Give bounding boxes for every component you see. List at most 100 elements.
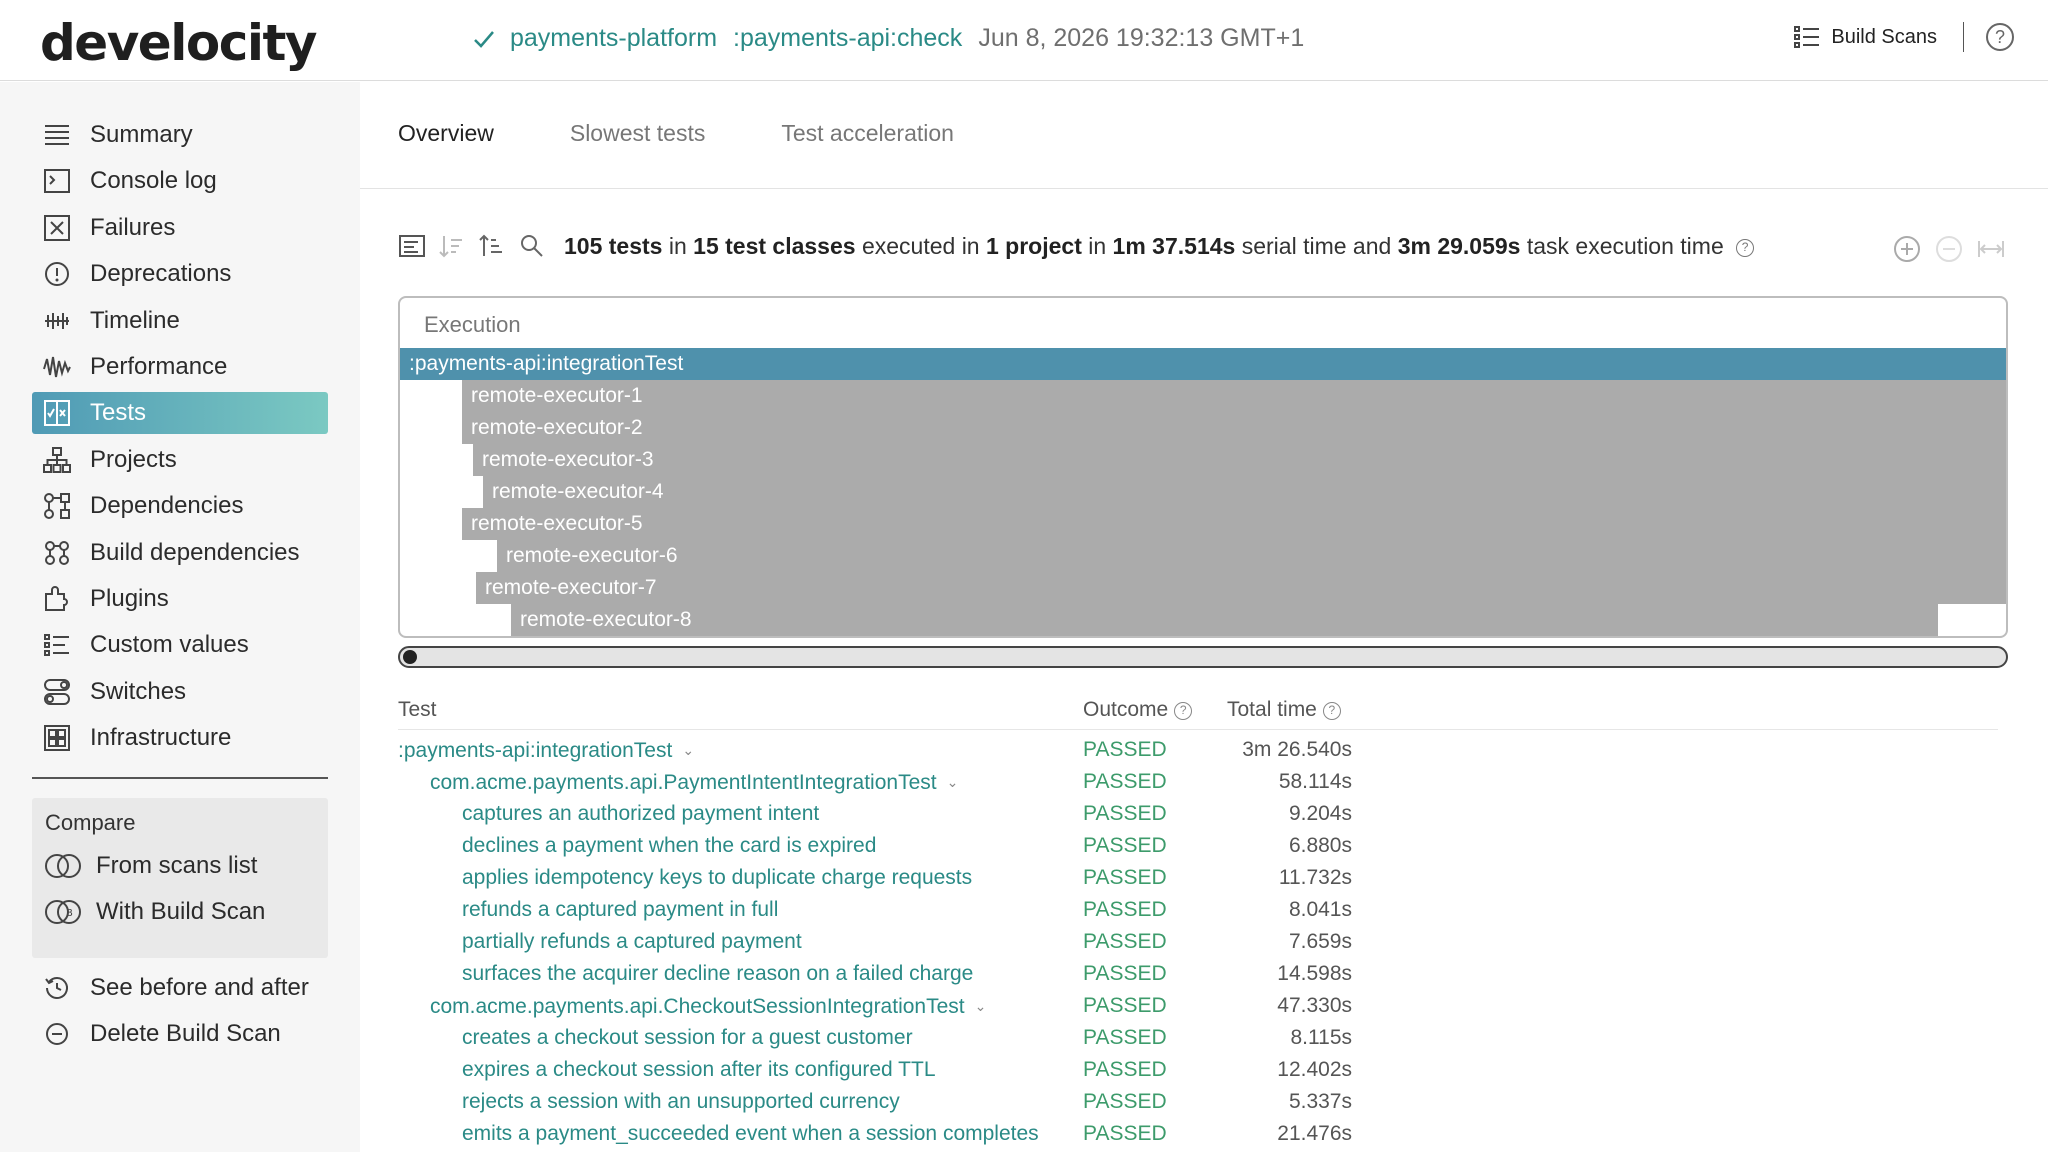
chevron-down-icon[interactable]: ⌄ bbox=[682, 734, 694, 766]
compare-with-build-scan[interactable]: B With Build Scan bbox=[44, 898, 265, 926]
check-icon bbox=[474, 30, 494, 48]
sidebar-item-tests[interactable]: Tests bbox=[32, 392, 328, 435]
sidebar-item-label: Timeline bbox=[90, 306, 180, 334]
project-link[interactable]: payments-platform bbox=[510, 24, 717, 53]
sidebar-item-custom-values[interactable]: Custom values bbox=[32, 624, 328, 666]
zoom-out-icon[interactable] bbox=[1934, 234, 1964, 264]
summary-project: 1 project bbox=[985, 233, 1082, 259]
test-name-link[interactable]: emits a payment_succeeded event when a s… bbox=[462, 1118, 1039, 1150]
chevron-down-icon[interactable]: ⌄ bbox=[947, 766, 959, 798]
compare-section: Compare From scans list B With Build Sca… bbox=[32, 798, 328, 958]
test-name-link[interactable]: captures an authorized payment intent bbox=[462, 798, 819, 830]
see-before-and-after[interactable]: See before and after bbox=[32, 967, 328, 1009]
plugins-icon bbox=[42, 584, 72, 614]
list-icon bbox=[1794, 26, 1820, 48]
search-icon[interactable] bbox=[518, 232, 546, 260]
build-scans-link[interactable]: Build Scans bbox=[1831, 26, 1937, 49]
table-row[interactable]: com.acme.payments.api.PaymentIntentInteg… bbox=[398, 766, 1398, 798]
fit-width-icon[interactable] bbox=[1976, 234, 2006, 264]
compare-from-scans-list[interactable]: From scans list bbox=[44, 852, 257, 880]
history-icon bbox=[42, 973, 72, 1003]
table-row[interactable]: applies idempotency keys to duplicate ch… bbox=[398, 862, 1398, 894]
test-name-link[interactable]: declines a payment when the card is expi… bbox=[462, 830, 876, 862]
sidebar-item-timeline[interactable]: Timeline bbox=[32, 300, 328, 342]
table-row[interactable]: captures an authorized payment intent PAS… bbox=[398, 798, 1398, 830]
sidebar-item-deprecations[interactable]: Deprecations bbox=[32, 253, 328, 295]
details-icon[interactable] bbox=[398, 232, 426, 260]
sidebar-item-label: Failures bbox=[90, 213, 176, 241]
chevron-down-icon[interactable]: ⌄ bbox=[975, 990, 987, 1022]
sidebar-item-projects[interactable]: Projects bbox=[32, 439, 328, 481]
col-outcome[interactable]: Outcome? bbox=[1083, 698, 1193, 722]
sidebar-item-infrastructure[interactable]: Infrastructure bbox=[32, 717, 328, 759]
test-name-link[interactable]: com.acme.payments.api.CheckoutSessionInt… bbox=[430, 990, 986, 1023]
sidebar-item-dependencies[interactable]: Dependencies bbox=[32, 485, 328, 527]
execution-task-row[interactable]: :payments-api:integrationTest bbox=[400, 348, 2006, 380]
table-row[interactable]: rejects a session with an unsupported cu… bbox=[398, 1086, 1398, 1118]
tab-overview[interactable]: Overview bbox=[398, 120, 494, 147]
test-name-link[interactable]: :payments-api:integrationTest ⌄ bbox=[398, 734, 694, 767]
timeline-scrollbar[interactable] bbox=[398, 646, 2008, 668]
sort-desc-icon[interactable] bbox=[438, 232, 466, 260]
help-icon[interactable]: ? bbox=[1986, 23, 2014, 51]
compare-with-scan-label: With Build Scan bbox=[96, 898, 266, 925]
execution-executor-row[interactable]: remote-executor-5 bbox=[462, 508, 2006, 540]
execution-executor-row[interactable]: remote-executor-2 bbox=[462, 412, 2006, 444]
sidebar-item-console-log[interactable]: Console log bbox=[32, 160, 328, 202]
test-table-header: Test Outcome? Total time? bbox=[398, 698, 1998, 730]
sidebar-item-switches[interactable]: Switches bbox=[32, 671, 328, 713]
execution-executor-row[interactable]: remote-executor-3 bbox=[473, 444, 2006, 476]
sidebar-item-summary[interactable]: Summary bbox=[32, 114, 328, 156]
zoom-controls bbox=[1880, 234, 2006, 264]
sidebar-item-performance[interactable]: Performance bbox=[32, 346, 328, 388]
execution-executor-row[interactable]: remote-executor-7 bbox=[476, 572, 2006, 604]
execution-row-label: remote-executor-6 bbox=[506, 544, 678, 567]
table-row[interactable]: expires a checkout session after its con… bbox=[398, 1054, 1398, 1086]
col-total-time[interactable]: Total time? bbox=[1227, 698, 1341, 722]
table-row[interactable]: partially refunds a captured payment PASS… bbox=[398, 926, 1398, 958]
table-row[interactable]: emits a payment_succeeded event when a s… bbox=[398, 1118, 1398, 1150]
projects-icon bbox=[42, 445, 72, 475]
table-row[interactable]: declines a payment when the card is expi… bbox=[398, 830, 1398, 862]
sidebar: Summary Console log Failures Deprecations Ti… bbox=[0, 82, 360, 1152]
test-name-link[interactable]: rejects a session with an unsupported cu… bbox=[462, 1086, 900, 1118]
delete-build-scan-label: Delete Build Scan bbox=[90, 1020, 281, 1047]
test-name-link[interactable]: partially refunds a captured payment bbox=[462, 926, 802, 958]
test-name-link[interactable]: expires a checkout session after its con… bbox=[462, 1054, 936, 1086]
sidebar-item-label: Plugins bbox=[90, 585, 169, 612]
execution-executor-row[interactable]: remote-executor-1 bbox=[462, 380, 2006, 412]
sort-asc-icon[interactable] bbox=[478, 232, 506, 260]
test-total-time: 9.204s bbox=[1288, 802, 1352, 825]
execution-executor-row[interactable]: remote-executor-4 bbox=[483, 476, 2006, 508]
table-row[interactable]: refunds a captured payment in full PASSED… bbox=[398, 894, 1398, 926]
sidebar-item-plugins[interactable]: Plugins bbox=[32, 578, 328, 620]
help-icon[interactable]: ? bbox=[1736, 239, 1755, 257]
execution-executor-row[interactable]: remote-executor-6 bbox=[497, 540, 2006, 572]
delete-build-scan[interactable]: Delete Build Scan bbox=[32, 1013, 328, 1055]
help-icon[interactable]: ? bbox=[1322, 702, 1341, 720]
test-name-link[interactable]: surfaces the acquirer decline reason on … bbox=[462, 958, 973, 990]
tab-test-acceleration[interactable]: Test acceleration bbox=[781, 120, 954, 147]
develocity-logo[interactable]: develocity bbox=[40, 14, 317, 72]
table-row[interactable]: creates a checkout session for a guest c… bbox=[398, 1022, 1398, 1054]
tab-slowest-tests[interactable]: Slowest tests bbox=[570, 120, 706, 147]
test-name-link[interactable]: creates a checkout session for a guest c… bbox=[462, 1022, 913, 1054]
table-row[interactable]: surfaces the acquirer decline reason on … bbox=[398, 958, 1398, 990]
sidebar-item-label: Performance bbox=[90, 353, 228, 380]
test-name-link[interactable]: refunds a captured payment in full bbox=[462, 894, 778, 926]
zoom-in-icon[interactable] bbox=[1892, 234, 1922, 264]
test-name-link[interactable]: com.acme.payments.api.PaymentIntentInteg… bbox=[430, 766, 958, 799]
test-name-link[interactable]: applies idempotency keys to duplicate ch… bbox=[462, 862, 972, 894]
sidebar-item-build-dependencies[interactable]: Build dependencies bbox=[32, 532, 328, 574]
scrollbar-thumb[interactable] bbox=[403, 650, 417, 664]
test-total-time: 58.114s bbox=[1278, 770, 1352, 793]
help-icon[interactable]: ? bbox=[1174, 702, 1193, 720]
venn-scan-icon: B bbox=[45, 900, 81, 924]
table-row[interactable]: :payments-api:integrationTest ⌄ PASSED 3m 2… bbox=[398, 734, 1398, 766]
table-row[interactable]: com.acme.payments.api.CheckoutSessionInt… bbox=[398, 990, 1398, 1022]
compare-title: Compare bbox=[45, 810, 136, 835]
col-test[interactable]: Test bbox=[398, 698, 437, 722]
sidebar-item-failures[interactable]: Failures bbox=[32, 207, 328, 249]
execution-executor-row[interactable]: remote-executor-8 bbox=[511, 604, 1938, 636]
task-link[interactable]: :payments-api:check bbox=[733, 24, 962, 53]
